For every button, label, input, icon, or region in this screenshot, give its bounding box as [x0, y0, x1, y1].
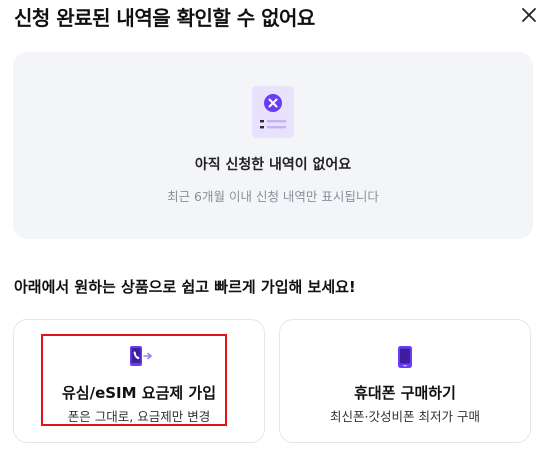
buy-phone-card[interactable]: 휴대폰 구매하기 최신폰·갓성비폰 최저가 구매	[279, 319, 531, 443]
empty-state-panel: 아직 신청한 내역이 없어요 최근 6개월 이내 신청 내역만 표시됩니다	[13, 52, 533, 239]
card-subtitle: 폰은 그대로, 요금제만 변경	[67, 409, 211, 424]
close-button[interactable]	[516, 2, 542, 28]
usim-esim-plan-card[interactable]: 유심/eSIM 요금제 가입 폰은 그대로, 요금제만 변경	[13, 319, 265, 443]
document-x-icon	[252, 86, 294, 138]
card-subtitle: 최신폰·갓성비폰 최저가 구매	[330, 409, 480, 424]
card-title: 유심/eSIM 요금제 가입	[61, 384, 216, 402]
smartphone-icon	[398, 346, 412, 368]
phone-transfer-icon	[130, 346, 152, 366]
section-prompt: 아래에서 원하는 상품으로 쉽고 빠르게 가입해 보세요!	[14, 278, 356, 296]
card-title: 휴대폰 구매하기	[354, 384, 456, 402]
empty-state-subtitle: 최근 6개월 이내 신청 내역만 표시됩니다	[167, 189, 379, 204]
page-title: 신청 완료된 내역을 확인할 수 없어요	[14, 6, 315, 30]
empty-state-title: 아직 신청한 내역이 없어요	[194, 157, 352, 173]
close-icon	[522, 8, 536, 22]
